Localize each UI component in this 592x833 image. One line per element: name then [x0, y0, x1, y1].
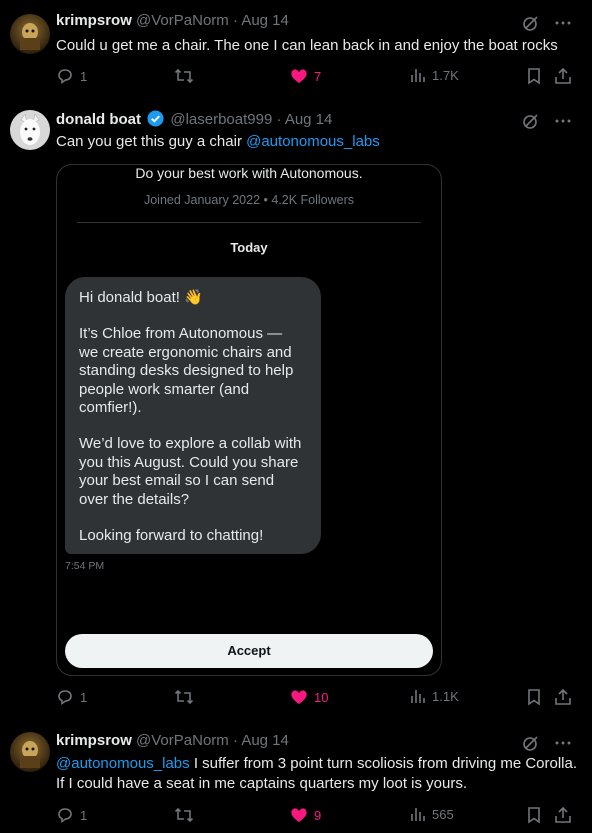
retweet-button[interactable]	[174, 688, 194, 706]
embedded-image-card[interactable]: Do your best work with Autonomous. Joine…	[56, 164, 442, 676]
date-separator: Today	[230, 240, 268, 255]
bookmark-button[interactable]	[526, 806, 542, 824]
tweet-date[interactable]: Aug 14	[241, 12, 289, 29]
reply-button[interactable]: 1	[56, 67, 87, 85]
tweet-3[interactable]: krimpsrow @VorPaNorm · Aug 14 @autonomou…	[0, 720, 592, 833]
like-count: 9	[314, 807, 322, 823]
divider	[77, 222, 421, 223]
bookmark-icon	[528, 68, 540, 85]
view-count: 1.1K	[432, 688, 459, 704]
display-name[interactable]: krimpsrow	[56, 732, 132, 749]
avatar[interactable]	[10, 732, 50, 772]
like-button[interactable]: 7	[290, 67, 321, 85]
view-count: 1.7K	[432, 67, 459, 83]
tweet-header: krimpsrow @VorPaNorm · Aug 14	[56, 732, 289, 749]
reply-count: 1	[80, 68, 88, 84]
tweet-text: @autonomous_labs I suffer from 3 point t…	[56, 754, 578, 794]
share-button[interactable]	[554, 67, 572, 85]
avatar[interactable]	[10, 110, 50, 150]
reply-icon	[58, 808, 72, 824]
message-bubble: Hi donald boat! 👋 It’s Chloe from Autono…	[65, 277, 321, 554]
heart-filled-icon	[291, 690, 307, 704]
like-button[interactable]: 9	[290, 806, 321, 824]
more-icon[interactable]	[554, 14, 572, 37]
like-count: 10	[314, 689, 329, 705]
tweet-text: Could u get me a chair. The one I can le…	[56, 37, 558, 54]
like-button[interactable]: 10	[290, 688, 328, 706]
reply-icon	[58, 69, 72, 85]
message-paragraph-3: Looking forward to chatting!	[79, 527, 264, 544]
tweet-top-icons	[522, 14, 572, 37]
grok-icon[interactable]	[522, 14, 540, 37]
profile-tagline: Do your best work with Autonomous.	[135, 165, 363, 181]
user-handle[interactable]: @laserboat999	[170, 111, 272, 128]
bookmark-button[interactable]	[526, 688, 542, 706]
tweet-actions: 1 7 1.7K	[56, 67, 572, 87]
views-icon	[411, 690, 425, 703]
retweet-icon	[174, 807, 194, 823]
retweet-icon	[174, 68, 194, 84]
mention-link[interactable]: @autonomous_labs	[56, 755, 190, 772]
reply-button[interactable]: 1	[56, 688, 87, 706]
reply-button[interactable]: 1	[56, 806, 87, 824]
user-handle[interactable]: @VorPaNorm	[136, 12, 229, 29]
profile-joined: Joined January 2022 • 4.2K Followers	[143, 193, 355, 207]
views-icon	[411, 69, 425, 82]
tweet-header: krimpsrow @VorPaNorm · Aug 14	[56, 12, 289, 29]
mention-link[interactable]: @autonomous_labs	[246, 133, 380, 150]
share-button[interactable]	[554, 806, 572, 824]
reply-count: 1	[80, 689, 88, 705]
message-time: 7:54 PM	[65, 560, 105, 572]
views-button[interactable]: 565	[410, 806, 454, 822]
retweet-button[interactable]	[174, 67, 194, 85]
reply-count: 1	[80, 807, 88, 823]
verified-badge-icon	[147, 110, 164, 131]
separator: ·	[232, 732, 238, 749]
bookmark-icon	[528, 689, 540, 706]
tweet-actions: 1 9 565	[56, 806, 572, 826]
message-greeting: Hi donald boat! 👋	[79, 289, 203, 306]
retweet-button[interactable]	[174, 806, 194, 824]
tweet-date[interactable]: Aug 14	[285, 111, 333, 128]
heart-filled-icon	[291, 808, 307, 822]
accept-button[interactable]: Accept	[65, 634, 433, 668]
view-count: 565	[432, 806, 454, 822]
separator: ·	[276, 111, 282, 128]
tweet-actions: 1 10 1.1K	[56, 688, 572, 708]
message-paragraph-2: We’d love to explore a collab with you t…	[79, 435, 302, 508]
reply-icon	[58, 690, 72, 706]
views-icon	[411, 808, 425, 821]
retweet-icon	[174, 689, 194, 705]
bookmark-icon	[528, 807, 540, 824]
avatar[interactable]	[10, 14, 50, 54]
tweet-1[interactable]: krimpsrow @VorPaNorm · Aug 14 Could u ge…	[0, 0, 592, 100]
tweet-date[interactable]: Aug 14	[241, 732, 289, 749]
share-icon	[555, 688, 571, 705]
share-button[interactable]	[554, 688, 572, 706]
views-button[interactable]: 1.1K	[410, 688, 459, 704]
user-handle[interactable]: @VorPaNorm	[136, 732, 229, 749]
share-icon	[555, 806, 571, 823]
share-icon	[555, 67, 571, 84]
views-button[interactable]: 1.7K	[410, 67, 459, 83]
bookmark-button[interactable]	[526, 67, 542, 85]
tweet-text-prefix: Can you get this guy a chair	[56, 133, 247, 150]
tweet-text: Can you get this guy a chair @autonomous…	[56, 132, 578, 152]
display-name[interactable]: donald boat	[56, 111, 141, 128]
tweet-header: donald boat @laserboat999 · Aug 14	[56, 110, 332, 131]
like-count: 7	[314, 68, 322, 84]
heart-filled-icon	[291, 69, 307, 83]
display-name[interactable]: krimpsrow	[56, 12, 132, 29]
separator: ·	[232, 12, 238, 29]
message-paragraph-1: It’s Chloe from Autonomous — we create e…	[79, 325, 294, 416]
